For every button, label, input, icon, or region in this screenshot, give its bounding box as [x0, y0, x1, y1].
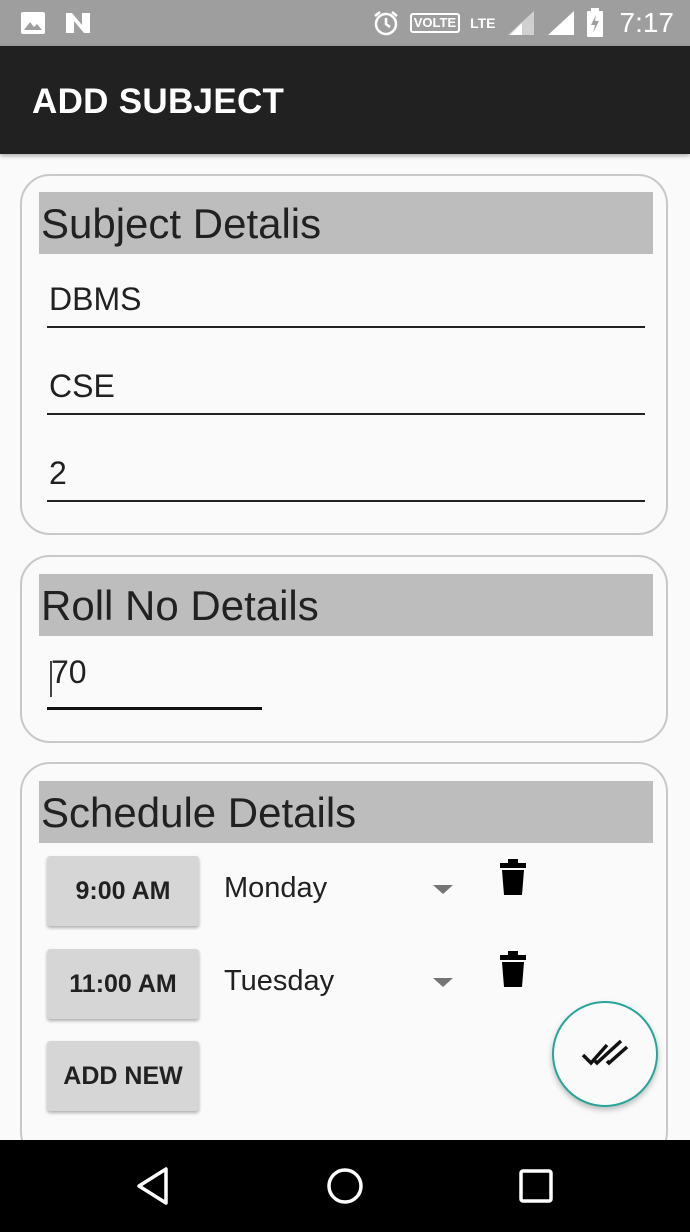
subject-details-card: Subject Detalis DBMS CSE 2 [20, 174, 668, 535]
trash-icon[interactable] [500, 859, 526, 895]
section-title: Subject Detalis [41, 200, 322, 247]
add-new-button[interactable]: ADD NEW [47, 1041, 199, 1111]
time-button[interactable]: 11:00 AM [47, 949, 199, 1019]
section-title: Roll No Details [41, 582, 319, 629]
department-value: CSE [49, 368, 115, 404]
time-button[interactable]: 9:00 AM [47, 856, 199, 926]
home-icon[interactable] [325, 1166, 365, 1206]
volte-icon: VOLTE [409, 13, 461, 33]
recents-icon[interactable] [516, 1166, 556, 1206]
day-select-value[interactable]: Tuesday [224, 965, 334, 998]
alarm-icon [373, 11, 398, 36]
status-time: 7:17 [619, 7, 675, 38]
save-fab-button[interactable] [552, 1001, 658, 1107]
lte-icon: LTE [470, 15, 496, 31]
roll-details-card: Roll No Details 70 [20, 555, 668, 743]
roll-no-field[interactable]: 70 [47, 651, 262, 710]
double-check-icon [581, 1039, 629, 1066]
n-icon [66, 13, 90, 33]
dropdown-arrow-icon[interactable] [433, 885, 453, 894]
section-title: Schedule Details [41, 789, 357, 836]
subject-name-value: DBMS [49, 281, 142, 317]
roll-details-header: Roll No Details [39, 574, 653, 636]
navigation-bar [0, 1140, 690, 1232]
semester-field[interactable]: 2 [47, 444, 645, 502]
schedule-details-card: Schedule Details 9:00 AM Monday 11:00 AM… [20, 762, 668, 1162]
app-bar: ADD SUBJECT [0, 46, 690, 154]
subject-name-field[interactable]: DBMS [47, 270, 645, 328]
image-icon [21, 12, 45, 34]
subject-details-header: Subject Detalis [39, 192, 653, 254]
battery-charging-icon [586, 8, 603, 37]
status-bar: VOLTE LTE 7:17 [0, 0, 690, 46]
back-icon[interactable] [134, 1166, 174, 1206]
dropdown-arrow-icon[interactable] [433, 978, 453, 987]
semester-value: 2 [49, 455, 67, 491]
roll-no-value: 70 [51, 654, 87, 690]
page-title: ADD SUBJECT [32, 82, 285, 121]
day-select-value[interactable]: Monday [224, 872, 327, 905]
department-field[interactable]: CSE [47, 357, 645, 415]
schedule-details-header: Schedule Details [39, 781, 653, 843]
trash-icon[interactable] [500, 951, 526, 987]
signal-icon [507, 11, 534, 35]
signal-icon [547, 11, 574, 35]
